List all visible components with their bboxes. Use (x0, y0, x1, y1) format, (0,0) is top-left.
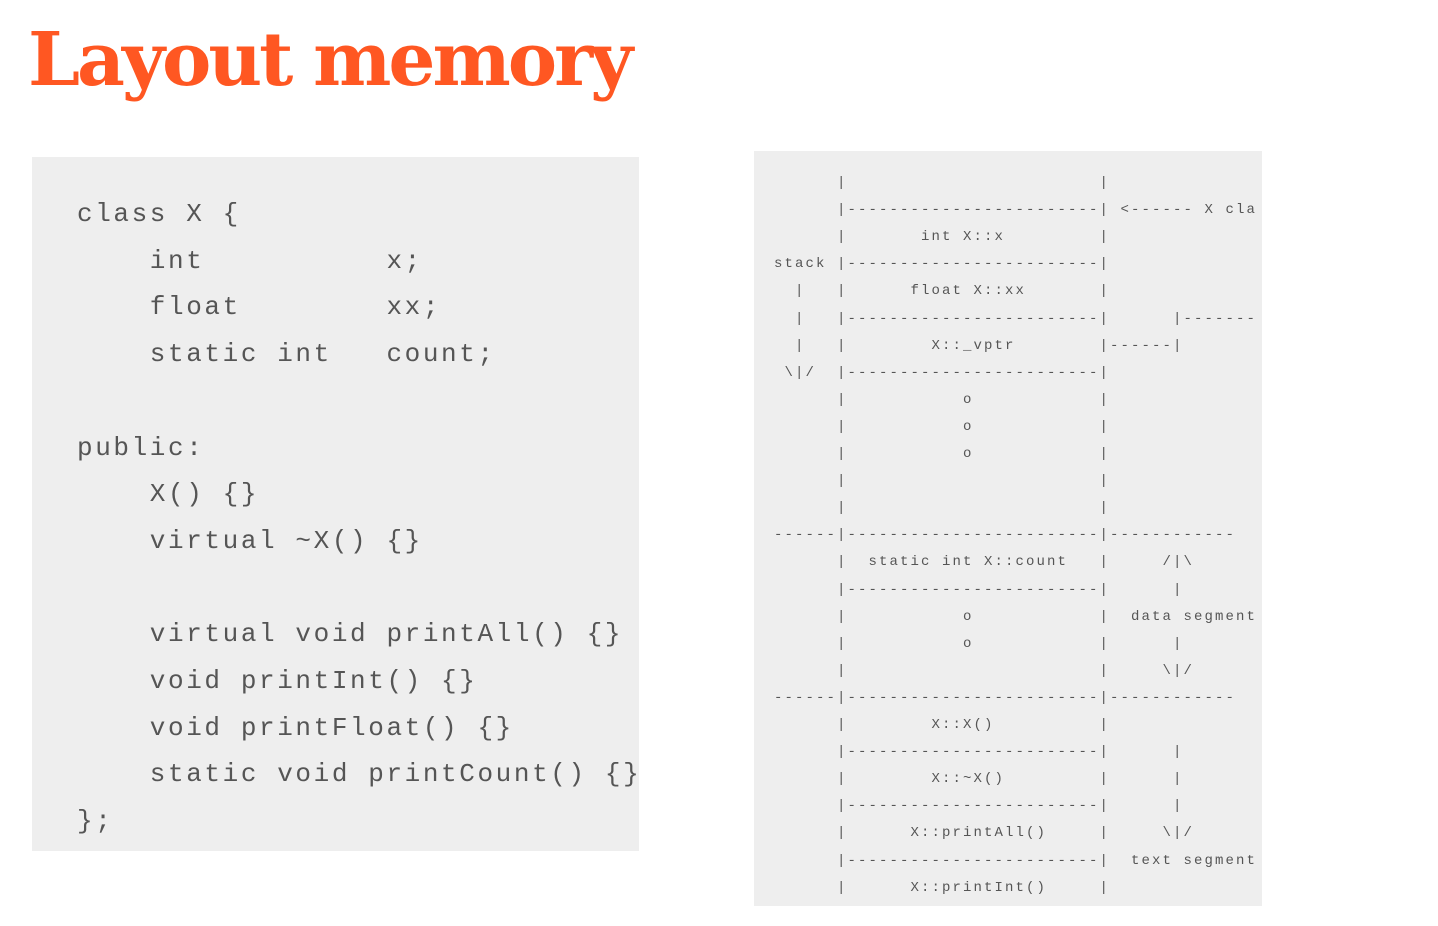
code-line: X() {} (77, 479, 260, 510)
code-line: class X { (77, 199, 241, 229)
code-line: static int count; (77, 339, 496, 370)
diagram-line: | o | | (774, 635, 1184, 652)
diagram-line: ------|------------------------|--------… (774, 689, 1237, 706)
diagram-line: | | X::_vptr |------| (774, 337, 1184, 354)
diagram-line: |------------------------| | (774, 744, 1184, 761)
diagram-line: | | \|/ (774, 662, 1195, 679)
diagram-line: |------------------------| <------ X cla (774, 202, 1258, 219)
code-line: }; (77, 806, 114, 837)
diagram-line: | X::printAll() | \|/ (774, 825, 1195, 842)
diagram-line: | static int X::count | /|\ (774, 554, 1195, 571)
diagram-line: | o | (774, 446, 1111, 462)
diagram-line: | o | data segment (774, 608, 1258, 625)
diagram-line: | X::X() | (774, 717, 1111, 733)
diagram-line: |------------------------| | (774, 798, 1184, 815)
memory-layout-diagram: | | |------------------------| <------ X… (754, 151, 1262, 906)
diagram-line: | X::~X() | | (774, 771, 1184, 788)
diagram-line: |------------------------| text segment (774, 852, 1258, 869)
diagram-line: | | float X::xx | (774, 283, 1111, 300)
slide-title: Layout memory (28, 17, 633, 103)
diagram-line: | | (774, 500, 1111, 517)
code-block: class X { int x; float xx; static int co… (32, 157, 639, 851)
diagram-line: \|/ |------------------------| (774, 364, 1111, 381)
code-line: static void printCount() {} (77, 759, 639, 790)
code-line: public: (77, 432, 205, 463)
diagram-line: | X::printInt() | (774, 879, 1111, 896)
diagram-line: | |------------------------| |------- (774, 310, 1258, 327)
diagram-line: |------------------------| | (774, 581, 1184, 598)
code-line: int x; (77, 245, 423, 276)
diagram-line: stack |------------------------| (774, 256, 1111, 273)
diagram-line: ------|------------------------|--------… (774, 527, 1237, 544)
diagram-line: | o | (774, 418, 1111, 435)
code-line: void printFloat() {} (77, 712, 514, 743)
diagram-line: | o | (774, 391, 1111, 408)
code-line: virtual void printAll() {} (77, 619, 624, 650)
code-line: float xx; (77, 292, 442, 323)
diagram-line: | int X::x | (774, 229, 1111, 246)
code-line: void printInt() {} (77, 666, 478, 696)
diagram-line: | | (774, 175, 1111, 191)
diagram-line: | | (774, 473, 1111, 490)
code-line: virtual ~X() {} (77, 525, 423, 556)
